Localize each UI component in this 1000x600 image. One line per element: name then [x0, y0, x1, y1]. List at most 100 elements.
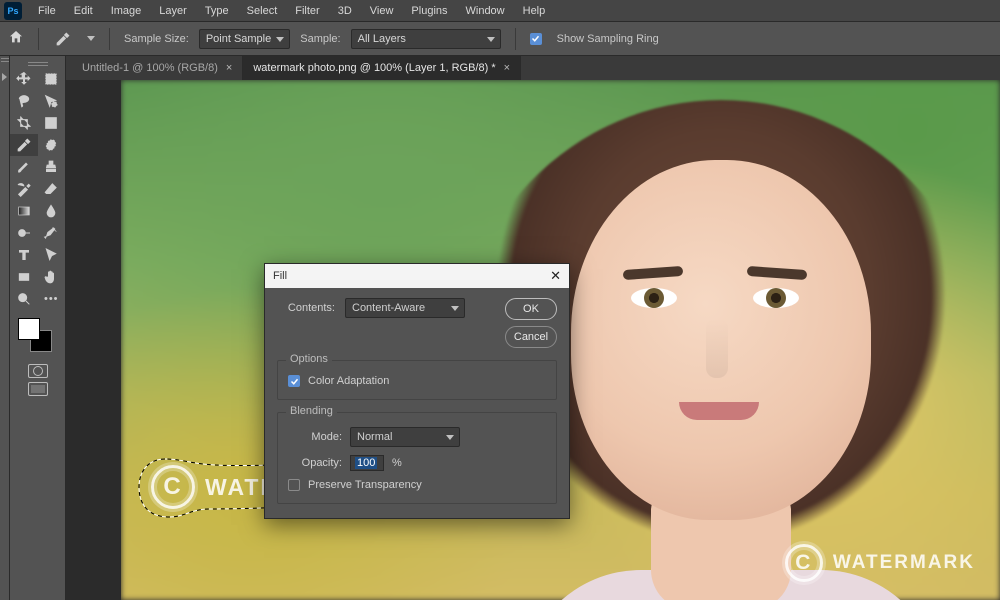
tab-label: watermark photo.png @ 100% (Layer 1, RGB… — [253, 62, 495, 74]
menu-select[interactable]: Select — [239, 2, 286, 20]
options-bar: Sample Size: Point Sample Sample: All La… — [0, 22, 1000, 56]
chevron-down-icon — [446, 435, 454, 440]
copyright-icon: C — [151, 465, 195, 509]
shape-tool-icon[interactable] — [10, 266, 38, 288]
foreground-color-swatch[interactable] — [18, 318, 40, 340]
app-logo: Ps — [4, 2, 22, 20]
sample-select[interactable]: All Layers — [351, 29, 501, 49]
screen-mode-icon[interactable] — [28, 382, 48, 396]
color-swatches[interactable] — [18, 318, 54, 354]
mode-label: Mode: — [288, 431, 342, 443]
dodge-tool-icon[interactable] — [10, 222, 38, 244]
chevron-down-icon — [276, 37, 284, 42]
tab-untitled[interactable]: Untitled-1 @ 100% (RGB/8) × — [72, 56, 243, 80]
chevron-down-icon — [451, 306, 459, 311]
crop-tool-icon[interactable] — [10, 112, 38, 134]
gradient-tool-icon[interactable] — [10, 200, 38, 222]
move-tool-icon[interactable] — [10, 68, 38, 90]
opacity-suffix: % — [392, 457, 402, 469]
menubar: Ps File Edit Image Layer Type Select Fil… — [0, 0, 1000, 22]
eyedropper-tool-icon[interactable] — [10, 134, 38, 156]
chevron-down-icon — [487, 37, 495, 42]
tab-watermark-photo[interactable]: watermark photo.png @ 100% (Layer 1, RGB… — [243, 56, 521, 80]
watermark-small: C WATERMARK — [785, 544, 975, 582]
menu-type[interactable]: Type — [197, 2, 237, 20]
menu-image[interactable]: Image — [103, 2, 150, 20]
close-icon[interactable]: × — [226, 62, 232, 74]
edit-toolbar-icon[interactable]: ••• — [38, 288, 66, 310]
canvas-area: C WATERMARK C WATERMARK Fill ✕ Contents: — [66, 80, 1000, 600]
mode-value: Normal — [357, 431, 392, 443]
contents-value: Content-Aware — [352, 302, 425, 314]
menu-view[interactable]: View — [362, 2, 402, 20]
menu-layer[interactable]: Layer — [151, 2, 195, 20]
blending-group: Blending Mode: Normal Opacity: 100 % — [277, 412, 557, 504]
quick-mask-icon[interactable] — [28, 364, 48, 378]
close-icon[interactable]: × — [504, 62, 510, 74]
show-sampling-ring-checkbox[interactable] — [530, 33, 542, 45]
menu-3d[interactable]: 3D — [330, 2, 360, 20]
menu-help[interactable]: Help — [515, 2, 554, 20]
options-group: Options Color Adaptation — [277, 360, 557, 400]
sample-label: Sample: — [300, 33, 340, 45]
eyedropper-swatch-icon[interactable] — [53, 29, 73, 49]
dialog-title: Fill — [273, 270, 287, 282]
document-tabstrip: Untitled-1 @ 100% (RGB/8) × watermark ph… — [66, 56, 1000, 80]
type-tool-icon[interactable] — [10, 244, 38, 266]
quick-select-tool-icon[interactable] — [38, 90, 66, 112]
sample-size-select[interactable]: Point Sample — [199, 29, 290, 49]
tool-options-caret-icon[interactable] — [87, 36, 95, 41]
cancel-button[interactable]: Cancel — [505, 326, 557, 348]
menu-window[interactable]: Window — [458, 2, 513, 20]
contents-select[interactable]: Content-Aware — [345, 298, 465, 318]
panel-flyout-icon[interactable] — [1, 72, 9, 82]
blur-tool-icon[interactable] — [38, 200, 66, 222]
panel-grip-icon[interactable] — [28, 62, 48, 66]
blending-group-title: Blending — [286, 405, 337, 417]
mode-select[interactable]: Normal — [350, 427, 460, 447]
history-brush-tool-icon[interactable] — [10, 178, 38, 200]
color-adaptation-checkbox[interactable] — [288, 375, 300, 387]
sample-size-value: Point Sample — [206, 33, 271, 45]
opacity-label: Opacity: — [288, 457, 342, 469]
frame-tool-icon[interactable] — [38, 112, 66, 134]
left-edge-strip — [0, 56, 10, 600]
color-adaptation-label: Color Adaptation — [308, 375, 389, 387]
zoom-tool-icon[interactable] — [10, 288, 38, 310]
options-group-title: Options — [286, 353, 332, 365]
watermark-text: WATERMARK — [833, 552, 975, 574]
contents-label: Contents: — [277, 298, 335, 318]
menu-file[interactable]: File — [30, 2, 64, 20]
stamp-tool-icon[interactable] — [38, 156, 66, 178]
tab-label: Untitled-1 @ 100% (RGB/8) — [82, 62, 218, 74]
home-icon[interactable] — [8, 29, 24, 48]
divider — [109, 28, 110, 50]
preserve-transparency-label: Preserve Transparency — [308, 479, 422, 491]
sample-size-label: Sample Size: — [124, 33, 189, 45]
preserve-transparency-checkbox[interactable] — [288, 479, 300, 491]
brush-tool-icon[interactable] — [10, 156, 38, 178]
divider — [38, 28, 39, 50]
menu-filter[interactable]: Filter — [287, 2, 327, 20]
ok-button[interactable]: OK — [505, 298, 557, 320]
divider — [515, 28, 516, 50]
close-icon[interactable]: ✕ — [550, 268, 561, 284]
copyright-icon: C — [785, 544, 823, 582]
show-sampling-ring-label: Show Sampling Ring — [557, 33, 659, 45]
fill-dialog: Fill ✕ Contents: Content-Aware OK Cancel — [264, 263, 570, 519]
pen-tool-icon[interactable] — [38, 222, 66, 244]
dialog-titlebar[interactable]: Fill ✕ — [265, 264, 569, 288]
tool-panel: ••• — [10, 56, 66, 600]
menu-edit[interactable]: Edit — [66, 2, 101, 20]
eraser-tool-icon[interactable] — [38, 178, 66, 200]
sample-value: All Layers — [358, 33, 406, 45]
hand-tool-icon[interactable] — [38, 266, 66, 288]
menu-plugins[interactable]: Plugins — [403, 2, 455, 20]
path-select-tool-icon[interactable] — [38, 244, 66, 266]
document-canvas[interactable]: C WATERMARK C WATERMARK Fill ✕ Contents: — [121, 80, 1000, 600]
opacity-input[interactable]: 100 — [350, 455, 384, 471]
healing-tool-icon[interactable] — [38, 134, 66, 156]
lasso-tool-icon[interactable] — [10, 90, 38, 112]
marquee-tool-icon[interactable] — [38, 68, 66, 90]
panel-grip-icon[interactable] — [1, 58, 9, 62]
